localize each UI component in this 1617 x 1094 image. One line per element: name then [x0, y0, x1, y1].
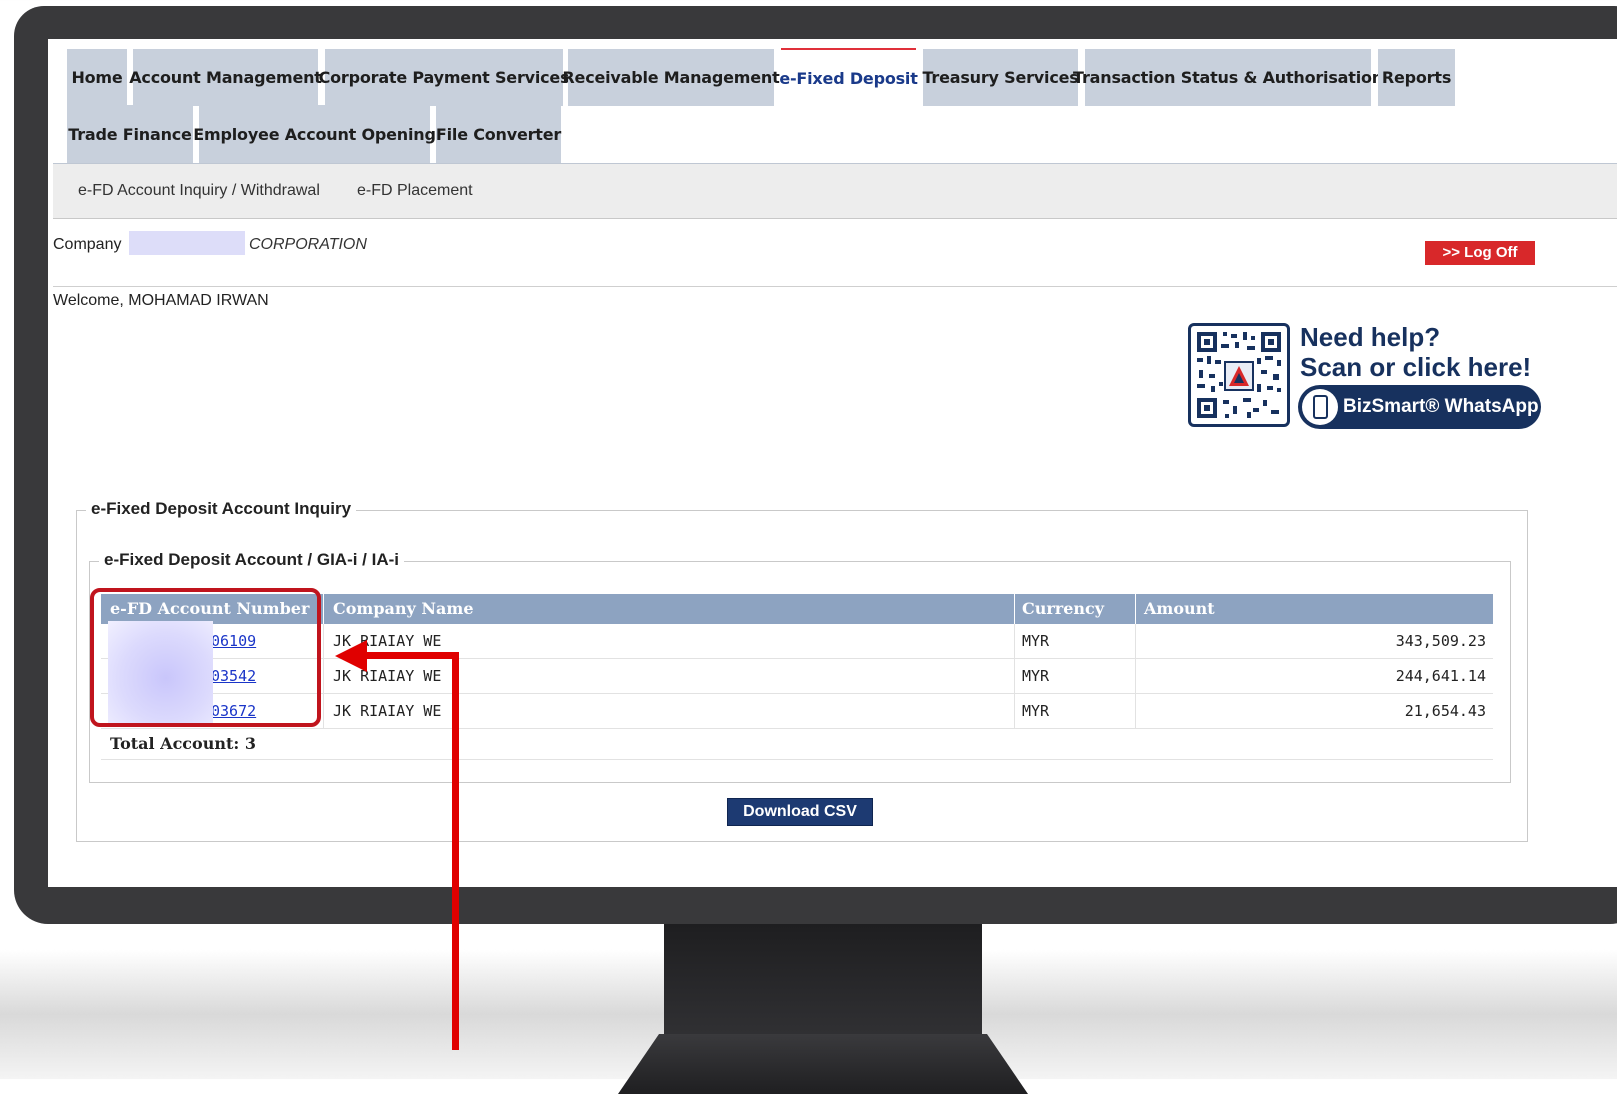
amount-cell: 343,509.23 [1135, 624, 1486, 658]
company-cell: JK RIAIAY WE [323, 694, 441, 728]
account-legend: e-Fixed Deposit Account / GIA-i / IA-i [99, 550, 405, 570]
total-row: Total Account: 3 [101, 727, 1493, 760]
header-divider [53, 286, 1617, 287]
tab-transaction-status[interactable]: Transaction Status & Authorisation [1073, 49, 1383, 106]
annotation-highlight-box [90, 588, 321, 727]
redacted-company-name [129, 231, 245, 255]
currency-cell: MYR [1014, 659, 1049, 693]
tab-trade-finance[interactable]: Trade Finance [67, 105, 193, 163]
annotation-arrow-arm [360, 652, 459, 659]
whatsapp-label: BizSmart® WhatsApp [1343, 396, 1539, 417]
col-amount: Amount [1135, 594, 1215, 624]
whatsapp-button[interactable]: BizSmart® WhatsApp [1298, 385, 1541, 429]
tab-employee-account-opening[interactable]: Employee Account Opening [193, 105, 436, 163]
company-label: Company [53, 236, 122, 253]
total-accounts: Total Account: 3 [110, 734, 256, 753]
currency-cell: MYR [1014, 694, 1049, 728]
tab-reports[interactable]: Reports [1378, 49, 1455, 106]
inquiry-legend: e-Fixed Deposit Account Inquiry [86, 499, 357, 519]
subnav-efd-inquiry[interactable]: e-FD Account Inquiry / Withdrawal [78, 182, 320, 200]
welcome-text: Welcome, MOHAMAD IRWAN [53, 292, 269, 309]
monitor-stand [664, 924, 982, 1034]
tab-file-converter[interactable]: File Converter [436, 105, 561, 163]
currency-cell: MYR [1014, 624, 1049, 658]
tab-corporate-payment-services[interactable]: Corporate Payment Services [319, 49, 570, 106]
sub-navigation: e-FD Account Inquiry / Withdrawal e-FD P… [53, 164, 1617, 219]
phone-icon [1302, 389, 1338, 425]
col-company-name: Company Name [323, 594, 474, 624]
help-subtitle: Scan or click here! [1300, 352, 1532, 382]
browser-screen: Home Account Management Corporate Paymen… [48, 39, 1617, 887]
tab-e-fixed-deposit[interactable]: e-Fixed Deposit [779, 48, 918, 107]
amount-cell: 244,641.14 [1135, 659, 1486, 693]
tab-account-management[interactable]: Account Management [129, 49, 322, 106]
company-name: CORPORATION [249, 236, 367, 253]
tab-treasury-services[interactable]: Treasury Services [922, 49, 1079, 106]
annotation-arrow-shaft [452, 655, 459, 1050]
qr-code-icon[interactable] [1188, 323, 1290, 427]
help-title: Need help? [1300, 322, 1441, 352]
download-csv-button[interactable]: Download CSV [727, 798, 873, 826]
col-currency: Currency [1014, 594, 1104, 624]
logoff-button[interactable]: >> Log Off [1425, 241, 1535, 265]
tab-receivable-management[interactable]: Receivable Management [562, 49, 780, 106]
monitor-base [618, 1034, 1028, 1094]
annotation-arrow-head [335, 640, 367, 672]
tab-home[interactable]: Home [67, 49, 127, 106]
amount-cell: 21,654.43 [1135, 694, 1486, 728]
subnav-efd-placement[interactable]: e-FD Placement [357, 182, 473, 200]
